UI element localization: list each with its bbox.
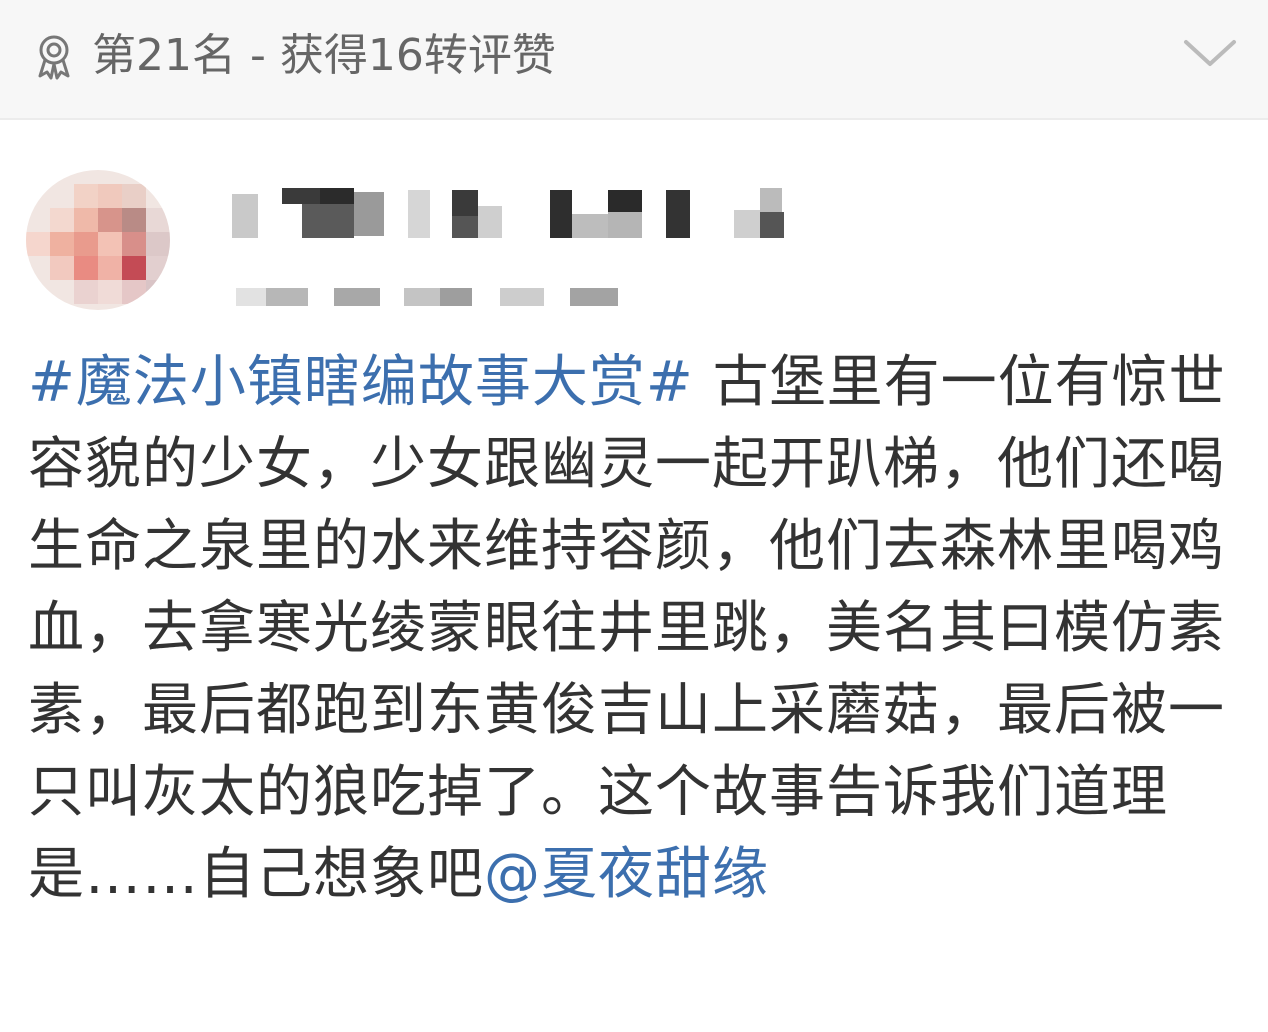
ranking-header[interactable]: 第21名 - 获得16转评赞 (0, 0, 1268, 120)
topic-link[interactable]: #魔法小镇瞎编故事大赏# (28, 350, 694, 415)
avatar[interactable] (26, 170, 170, 310)
post-body-text: 古堡里有一位有惊世容貌的少女，少女跟幽灵一起开趴梯，他们还喝生命之泉里的水来维持… (28, 350, 1226, 907)
post-content: #魔法小镇瞎编故事大赏# 古堡里有一位有惊世容貌的少女，少女跟幽灵一起开趴梯，他… (28, 342, 1240, 916)
rank-label: 第21名 - 获得16转评赞 (92, 30, 556, 81)
author-nickname-redacted[interactable] (232, 180, 812, 240)
post-meta-redacted (232, 282, 632, 312)
mention-link[interactable]: @夏夜甜缘 (484, 842, 769, 907)
chevron-down-icon[interactable] (1180, 32, 1240, 76)
ribbon-award-icon (38, 35, 70, 80)
